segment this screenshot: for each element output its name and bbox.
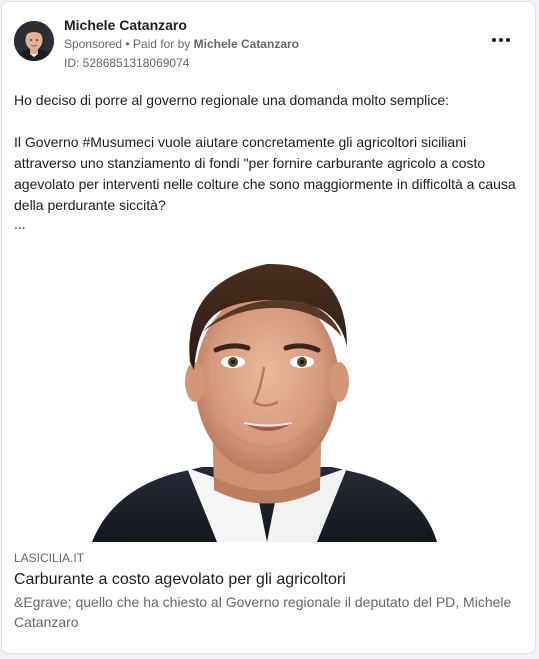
sponsored-label: Sponsored [64,37,123,51]
meta-separator: • [122,37,133,51]
page-name[interactable]: Michele Catanzaro [64,16,299,34]
ad-card: Michele Catanzaro Sponsored • Paid for b… [1,1,536,654]
portrait-photo [2,242,535,542]
more-icon-dot [506,38,510,42]
avatar-image [14,21,54,61]
link-image[interactable] [2,242,535,542]
paid-for-prefix: Paid for by [132,37,194,51]
paid-for-name[interactable]: Michele Catanzaro [194,37,299,51]
see-more-link[interactable]: ... [14,216,529,232]
link-description: &Egrave; quello che ha chiesto al Govern… [14,594,512,630]
more-icon-dot [492,38,496,42]
post-header: Michele Catanzaro Sponsored • Paid for b… [14,16,523,72]
more-icon-dot [499,38,503,42]
body-paragraph: Ho deciso di porre al governo regionale … [14,92,450,108]
ad-id: ID: 5286851318069074 [64,56,190,70]
link-domain: LASICILIA.IT [14,551,85,565]
link-preview[interactable]: LASICILIA.IT Carburante a costo agevolat… [14,550,524,632]
link-title[interactable]: Carburante a costo agevolato per gli agr… [14,570,524,590]
more-options-button[interactable] [489,32,513,48]
post-body: Ho deciso di porre al governo regionale … [14,90,529,232]
body-paragraph: Il Governo #Musumeci vuole aiutare concr… [14,134,516,213]
post-meta: Michele Catanzaro Sponsored • Paid for b… [64,16,299,72]
avatar[interactable] [14,21,54,61]
sponsored-line: Sponsored • Paid for by Michele Catanzar… [64,35,299,53]
